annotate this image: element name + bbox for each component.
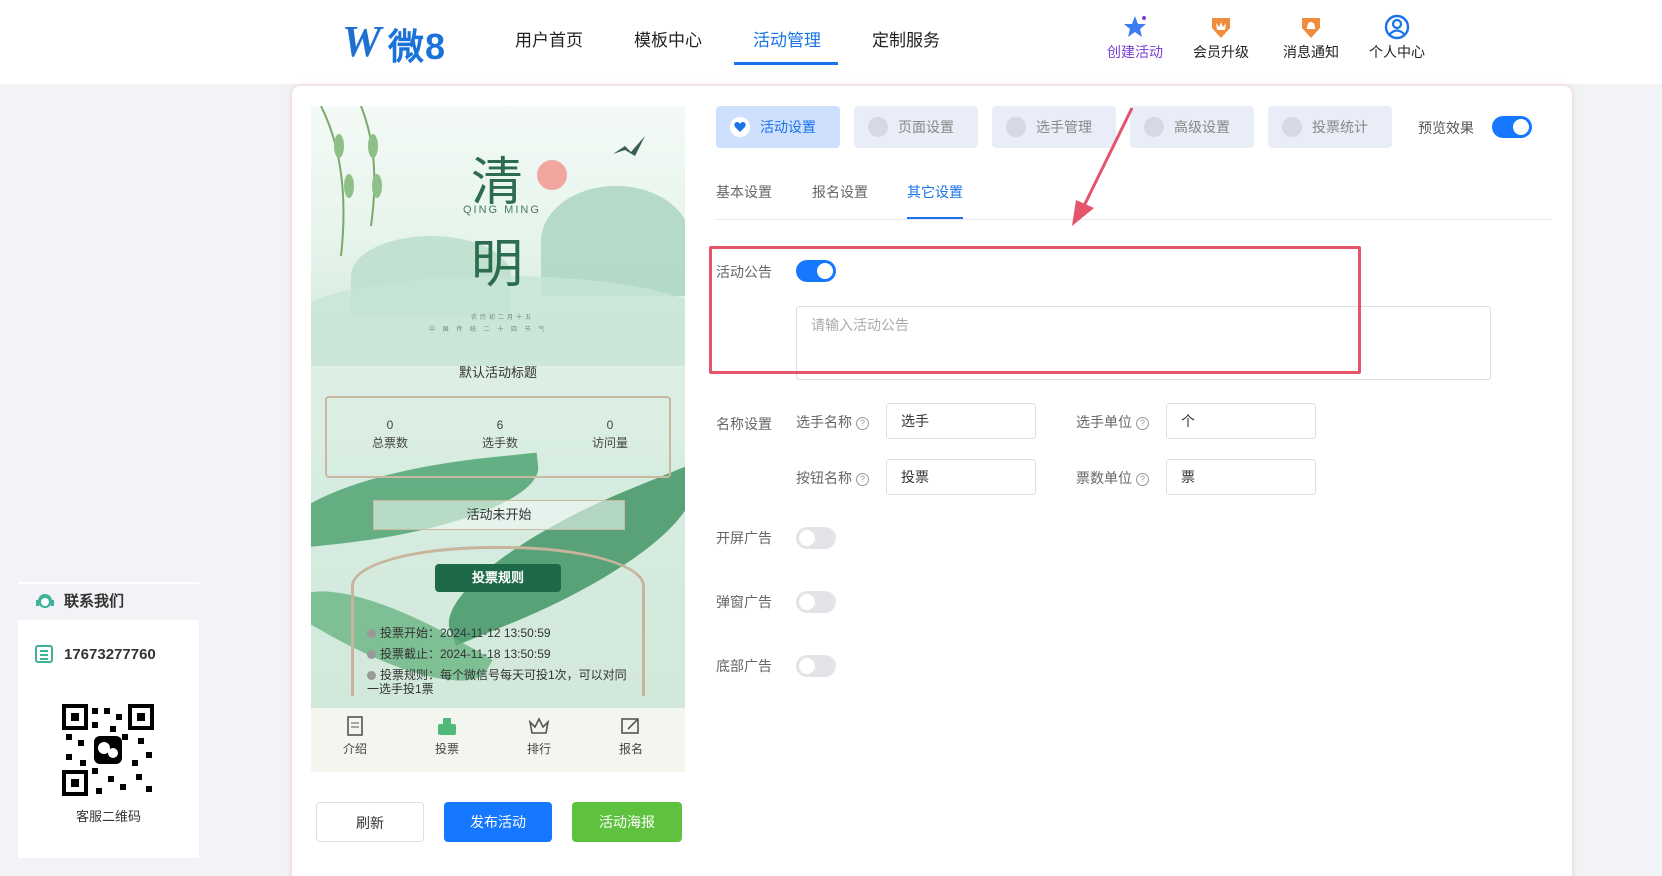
popup-ad-label: 弹窗广告 xyxy=(716,594,772,610)
qr-code-icon xyxy=(62,704,154,796)
preview-effect-label: 预览效果 xyxy=(1418,120,1474,136)
logo-text: 微8 xyxy=(388,26,447,67)
player-unit-label: 选手单位? xyxy=(1076,412,1149,432)
banner-small-text-1: 农历初二月十五 xyxy=(471,315,535,321)
banner-char-ming: 明 xyxy=(471,235,524,295)
publish-activity-button[interactable]: 发布活动 xyxy=(444,802,552,842)
splash-ad-label: 开屏广告 xyxy=(716,530,772,546)
rule-limit: 投票规则：每个微信号每天可投1次，可以对同一选手投1票 xyxy=(367,668,627,696)
user-circle-icon xyxy=(1384,14,1410,40)
sliders-icon xyxy=(1144,117,1164,137)
activity-poster-button[interactable]: 活动海报 xyxy=(572,802,682,842)
document-icon xyxy=(347,716,363,736)
popup-ad-toggle[interactable] xyxy=(796,591,836,613)
create-activity-label: 创建活动 xyxy=(1107,44,1163,60)
phone-preview: 清 QING MING 明 农历初二月十五 中 国 传 统 二 十 四 节 气 … xyxy=(311,106,685,772)
subtab-basic[interactable]: 基本设置 xyxy=(716,182,772,202)
vote-rules-button[interactable]: 投票规则 xyxy=(435,564,561,592)
notifications-button[interactable]: 消息通知 xyxy=(1276,14,1346,62)
preview-stats: 0 总票数 6 选手数 0 访问量 xyxy=(325,396,671,478)
crown-badge-icon xyxy=(1212,18,1230,38)
banner-small-text-2: 中 国 传 统 二 十 四 节 气 xyxy=(429,327,548,333)
nav-custom-service[interactable]: 定制服务 xyxy=(872,26,940,64)
personal-center-button[interactable]: 个人中心 xyxy=(1362,14,1432,62)
button-name-input[interactable]: 投票 xyxy=(886,459,1036,495)
rule-end: 投票截止：2024-11-18 13:50:59 xyxy=(367,647,627,661)
vote-unit-input[interactable]: 票 xyxy=(1166,459,1316,495)
nav-templates[interactable]: 模板中心 xyxy=(634,26,702,64)
player-name-label: 选手名称? xyxy=(796,412,869,432)
bell-badge-icon xyxy=(1302,18,1320,38)
preview-tab-signup[interactable]: 报名 xyxy=(601,716,661,757)
vote-unit-label: 票数单位? xyxy=(1076,468,1149,488)
tab-activity-settings[interactable]: 活动设置 xyxy=(716,106,840,148)
member-upgrade-label: 会员升级 xyxy=(1193,44,1249,60)
user-icon xyxy=(1006,117,1026,137)
create-activity-button[interactable]: 创建活动 xyxy=(1100,14,1170,62)
rule-start: 投票开始：2024-11-12 13:50:59 xyxy=(367,626,627,640)
preview-effect-toggle[interactable] xyxy=(1492,116,1532,138)
contact-title: 联系我们 xyxy=(18,584,199,620)
vote-hand-icon xyxy=(438,718,456,735)
preview-banner: 清 QING MING 明 农历初二月十五 中 国 传 统 二 十 四 节 气 xyxy=(311,106,685,366)
logo-mark: W xyxy=(342,17,382,66)
member-upgrade-button[interactable]: 会员升级 xyxy=(1186,14,1256,62)
preview-tab-vote[interactable]: 投票 xyxy=(417,716,477,757)
nav-home[interactable]: 用户首页 xyxy=(515,26,583,64)
personal-center-label: 个人中心 xyxy=(1369,44,1425,60)
subtab-active-indicator xyxy=(907,217,963,219)
qr-code-label: 客服二维码 xyxy=(75,809,141,824)
refresh-button[interactable]: 刷新 xyxy=(316,802,424,842)
splash-ad-toggle[interactable] xyxy=(796,527,836,549)
nav-activity-management[interactable]: 活动管理 xyxy=(753,26,821,64)
tab-advanced-settings[interactable]: 高级设置 xyxy=(1130,106,1254,148)
star-cluster-icon xyxy=(1124,16,1146,37)
page-icon xyxy=(868,117,888,137)
preview-bottom-tabs: 介绍 投票 排行 报名 xyxy=(311,708,685,772)
contact-card: 联系我们 17673277760 客服二维码 xyxy=(18,582,199,858)
stat-total-votes: 0 总票数 xyxy=(371,418,408,450)
edit-form-icon xyxy=(621,718,639,734)
nav-active-indicator xyxy=(734,62,838,65)
phone-icon xyxy=(35,645,53,663)
chart-icon xyxy=(1282,117,1302,137)
tab-vote-statistics[interactable]: 投票统计 xyxy=(1268,106,1392,148)
help-icon: ? xyxy=(856,473,869,486)
crown-icon xyxy=(528,717,550,734)
contact-phone[interactable]: 17673277760 xyxy=(64,646,156,663)
notifications-label: 消息通知 xyxy=(1283,44,1339,60)
help-icon: ? xyxy=(856,417,869,430)
help-icon: ? xyxy=(1136,417,1149,430)
preview-tab-intro[interactable]: 介绍 xyxy=(325,716,385,757)
bottom-ad-label: 底部广告 xyxy=(716,658,772,674)
player-name-input[interactable]: 选手 xyxy=(886,403,1036,439)
name-settings-label: 名称设置 xyxy=(716,416,772,432)
tab-page-settings[interactable]: 页面设置 xyxy=(854,106,978,148)
top-header: W 微8 用户首页 模板中心 活动管理 定制服务 创建活动 会员升级 消息通知 … xyxy=(0,0,1662,84)
willow-branch-icon xyxy=(320,106,382,256)
player-unit-input[interactable]: 个 xyxy=(1166,403,1316,439)
activity-status: 活动未开始 xyxy=(373,500,625,530)
help-icon: ? xyxy=(1136,473,1149,486)
subtab-signup[interactable]: 报名设置 xyxy=(812,182,868,202)
preview-activity-title: 默认活动标题 xyxy=(458,365,537,380)
bottom-ad-toggle[interactable] xyxy=(796,655,836,677)
swallow-birds-icon xyxy=(613,136,645,156)
stat-visits: 0 访问量 xyxy=(591,418,628,450)
heart-icon xyxy=(730,117,750,137)
logo[interactable]: W 微8 xyxy=(342,14,454,67)
subtab-other[interactable]: 其它设置 xyxy=(907,182,963,202)
customer-service-icon xyxy=(36,594,54,608)
pointer-arrow-icon xyxy=(1072,107,1134,226)
stat-player-count: 6 选手数 xyxy=(481,418,518,450)
highlight-box xyxy=(709,246,1361,374)
sun-decoration xyxy=(537,160,567,190)
preview-tab-ranking[interactable]: 排行 xyxy=(509,716,569,757)
banner-english: QING MING xyxy=(463,204,541,216)
button-name-label: 按钮名称? xyxy=(796,468,869,488)
